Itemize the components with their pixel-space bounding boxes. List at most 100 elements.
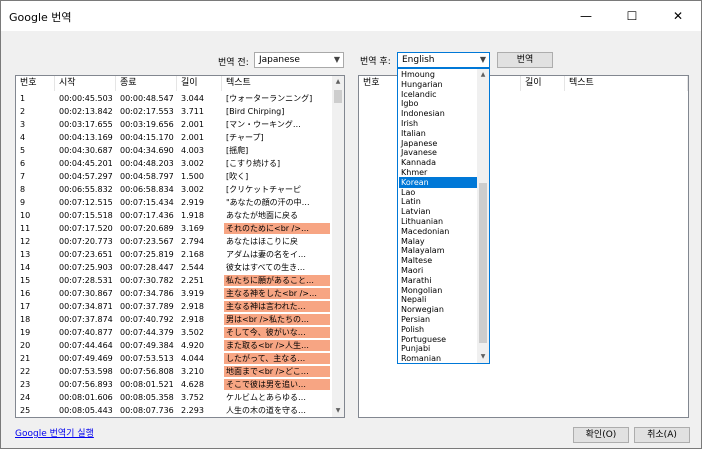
close-icon[interactable]: ✕ <box>655 1 701 31</box>
minimize-icon[interactable]: — <box>563 1 609 31</box>
cell-start: 00:04:13.169 <box>59 133 113 142</box>
cell-no: 4 <box>20 133 26 142</box>
cell-no: 10 <box>20 211 31 220</box>
table-row[interactable]: 23 00:07:56.893 00:08:01.521 4.628 そこで彼は男を追い… <box>16 379 332 390</box>
column-header-length[interactable]: 길이 <box>177 76 222 91</box>
scrollbar-thumb[interactable] <box>334 90 342 103</box>
table-row[interactable]: 19 00:07:40.877 00:07:44.379 3.502 そして今、彼がいな… <box>16 327 332 338</box>
table-row[interactable]: 15 00:07:28.531 00:07:30.782 2.251 私たちに願があるこ… <box>16 275 332 286</box>
cell-start: 00:07:12.515 <box>59 198 113 207</box>
table-row[interactable]: 25 00:08:05.443 00:08:07.736 2.293 人生の木の道を守る… <box>16 405 332 416</box>
cell-start: 00:02:13.842 <box>59 107 113 116</box>
language-dropdown-list[interactable]: Hmoung Hungarian Icelandic Igbo Indonesian Ir… <box>397 68 490 364</box>
table-row[interactable]: 11 00:07:17.520 00:07:20.689 3.169 それのために<br… <box>16 223 332 234</box>
vertical-scrollbar[interactable]: ▲ ▼ <box>332 76 344 417</box>
cell-start: 00:07:17.520 <box>59 224 113 233</box>
table-row[interactable]: 4 00:04:13.169 00:04:15.170 2.001 [チャープ] <box>16 132 332 143</box>
scroll-up-icon[interactable]: ▲ <box>332 76 344 88</box>
table-row[interactable]: 14 00:07:25.903 00:07:28.447 2.544 彼女はすべての生き… <box>16 262 332 273</box>
cell-len: 2.794 <box>181 237 204 246</box>
column-header-no[interactable]: 번호 <box>16 76 55 91</box>
cell-no: 20 <box>20 341 31 350</box>
cell-end: 00:07:30.782 <box>120 276 174 285</box>
cell-no: 25 <box>20 406 31 415</box>
cell-end: 00:07:23.567 <box>120 237 174 246</box>
cell-len: 2.544 <box>181 263 204 272</box>
table-row[interactable]: 24 00:08:01.606 00:08:05.358 3.752 ケルビムとあらゆる… <box>16 392 332 403</box>
column-header-length[interactable]: 길이 <box>521 76 565 91</box>
cell-text: 地面まで<br />どこ… <box>224 366 330 377</box>
scroll-down-icon[interactable]: ▼ <box>332 405 344 417</box>
table-row[interactable]: 12 00:07:20.773 00:07:23.567 2.794 あなたはほこりに戻 <box>16 236 332 247</box>
language-option[interactable]: Romanian <box>399 353 477 363</box>
source-subtitle-table[interactable]: 번호 시작 종료 길이 텍스트 1 00:00:45.503 00:00:48.54… <box>15 75 345 418</box>
cell-start: 00:07:44.464 <box>59 341 113 350</box>
cell-no: 8 <box>20 185 26 194</box>
cell-start: 00:06:55.832 <box>59 185 113 194</box>
cell-no: 7 <box>20 172 26 181</box>
table-row[interactable]: 22 00:07:53.598 00:07:56.808 3.210 地面まで<br /… <box>16 366 332 377</box>
table-row[interactable]: 2 00:02:13.842 00:02:17.553 3.711 [Bird Chir… <box>16 106 332 117</box>
cell-len: 2.251 <box>181 276 204 285</box>
cell-text: アダムは妻の名をイ… <box>226 250 306 259</box>
table-row[interactable]: 1 00:00:45.503 00:00:48.547 3.044 [ウォーターランニン… <box>16 93 332 104</box>
column-header-start[interactable]: 시작 <box>55 76 116 91</box>
translate-button[interactable]: 번역 <box>497 52 553 68</box>
scroll-down-icon[interactable]: ▼ <box>477 351 489 363</box>
target-language-select[interactable]: English ▼ <box>397 52 490 68</box>
column-header-no[interactable]: 번호 <box>359 76 398 91</box>
ok-button[interactable]: 확인(O) <box>573 427 629 443</box>
cell-len: 4.044 <box>181 354 204 363</box>
cell-no: 2 <box>20 107 26 116</box>
cell-no: 24 <box>20 393 31 402</box>
table-row[interactable]: 17 00:07:34.871 00:07:37.789 2.918 主なる神は言われた… <box>16 301 332 312</box>
table-row[interactable]: 6 00:04:45.201 00:04:48.203 3.002 [こすり続ける] <box>16 158 332 169</box>
cell-len: 2.001 <box>181 120 204 129</box>
table-row[interactable]: 5 00:04:30.687 00:04:34.690 4.003 [揺爬] <box>16 145 332 156</box>
cancel-button[interactable]: 취소(A) <box>634 427 690 443</box>
cell-start: 00:04:30.687 <box>59 146 113 155</box>
source-language-select[interactable]: Japanese ▼ <box>254 52 344 68</box>
cell-start: 00:07:15.518 <box>59 211 113 220</box>
cell-end: 00:00:48.547 <box>120 94 174 103</box>
column-header-text[interactable]: 텍스트 <box>565 76 688 91</box>
cell-end: 00:06:58.834 <box>120 185 174 194</box>
cell-start: 00:08:01.606 <box>59 393 113 402</box>
cell-start: 00:04:45.201 <box>59 159 113 168</box>
cell-no: 3 <box>20 120 26 129</box>
scrollbar-thumb[interactable] <box>479 183 487 343</box>
table-row[interactable]: 16 00:07:30.867 00:07:34.786 3.919 主なる神をした<b… <box>16 288 332 299</box>
table-row[interactable]: 18 00:07:37.874 00:07:40.792 2.918 男は<br />私… <box>16 314 332 325</box>
cell-start: 00:07:56.893 <box>59 380 113 389</box>
cell-len: 3.502 <box>181 328 204 337</box>
table-row[interactable]: 9 00:07:12.515 00:07:15.434 2.919 "あなたの顔の汗の中… <box>16 197 332 208</box>
target-language-value: English <box>402 55 435 65</box>
cell-len: 3.711 <box>181 107 204 116</box>
cell-end: 00:07:25.819 <box>120 250 174 259</box>
cell-text: あなたが地面に戻る <box>226 211 298 220</box>
table-row[interactable]: 10 00:07:15.518 00:07:17.436 1.918 あなたが地面に戻る <box>16 210 332 221</box>
cell-no: 18 <box>20 315 31 324</box>
table-row[interactable]: 8 00:06:55.832 00:06:58.834 3.002 [クリケットチャーピ <box>16 184 332 195</box>
table-row[interactable]: 21 00:07:49.469 00:07:53.513 4.044 したがって、主なる… <box>16 353 332 364</box>
cell-end: 00:04:58.797 <box>120 172 174 181</box>
column-header-end[interactable]: 종료 <box>116 76 177 91</box>
scroll-up-icon[interactable]: ▲ <box>477 69 489 81</box>
cell-len: 1.918 <box>181 211 204 220</box>
table-row[interactable]: 7 00:04:57.297 00:04:58.797 1.500 [吹く] <box>16 171 332 182</box>
dropdown-scrollbar[interactable]: ▲ ▼ <box>477 69 489 363</box>
cell-text: [Bird Chirping] <box>226 107 285 116</box>
table-row[interactable]: 20 00:07:44.464 00:07:49.384 4.920 また取る<br /… <box>16 340 332 351</box>
table-row[interactable]: 13 00:07:23.651 00:07:25.819 2.168 アダムは妻の名をイ… <box>16 249 332 260</box>
cell-len: 3.002 <box>181 159 204 168</box>
cell-end: 00:07:20.689 <box>120 224 174 233</box>
column-header-text[interactable]: 텍스트 <box>222 76 334 91</box>
launch-google-translate-link[interactable]: Google 번역기 실행 <box>15 426 94 439</box>
cell-len: 2.918 <box>181 302 204 311</box>
maximize-icon[interactable]: ☐ <box>609 1 655 31</box>
table-row[interactable]: 3 00:03:17.655 00:03:19.656 2.001 [マン・ウーキング… <box>16 119 332 130</box>
cell-no: 17 <box>20 302 31 311</box>
cell-text: あなたはほこりに戻 <box>226 237 298 246</box>
cell-start: 00:00:45.503 <box>59 94 113 103</box>
cell-end: 00:07:28.447 <box>120 263 174 272</box>
